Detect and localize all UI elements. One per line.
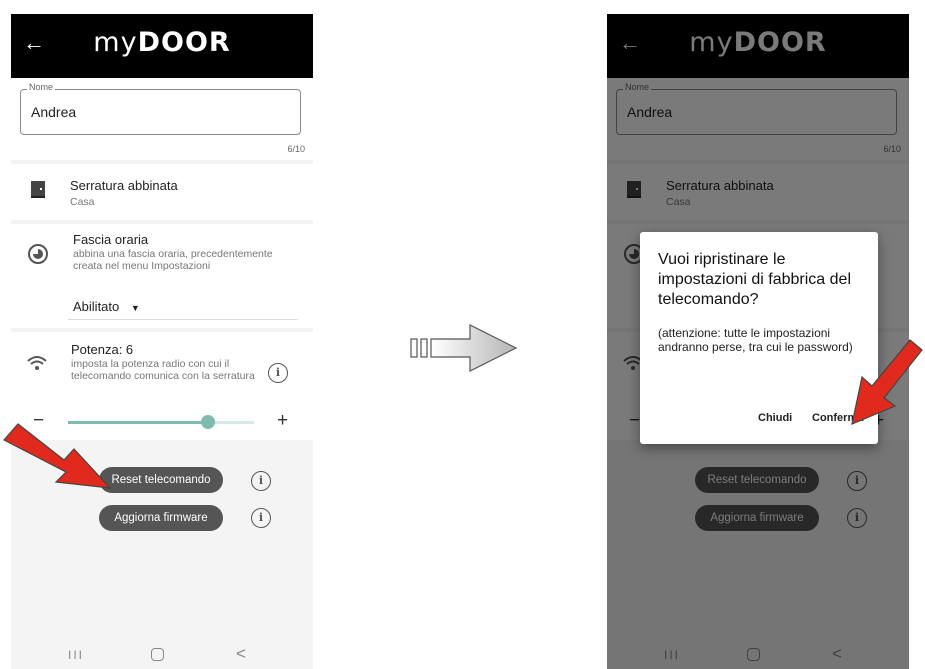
time-slot-card: Fascia oraria abbina una fascia oraria, …: [11, 224, 313, 328]
lock-subtitle: Casa: [70, 196, 95, 208]
paired-lock-card[interactable]: Serratura abbinata Casa: [11, 164, 313, 220]
info-icon[interactable]: i: [268, 363, 288, 383]
time-slot-select[interactable]: Abilitato ▼: [73, 299, 140, 314]
increase-button[interactable]: +: [277, 410, 288, 432]
close-button[interactable]: Chiudi: [758, 412, 792, 424]
door-icon: [31, 181, 45, 198]
nav-back-button[interactable]: <: [236, 644, 246, 664]
lock-title: Serratura abbinata: [70, 178, 178, 193]
reset-remote-button[interactable]: Reset telecomando: [99, 467, 223, 493]
app-logo: myDOOR: [93, 27, 231, 58]
info-icon[interactable]: i: [251, 508, 271, 528]
select-underline: [68, 319, 298, 320]
update-firmware-button[interactable]: Aggiorna firmware: [99, 505, 223, 531]
name-value: Andrea: [31, 104, 77, 120]
name-label: Nome: [27, 82, 56, 92]
info-icon[interactable]: i: [251, 471, 271, 491]
slider-thumb[interactable]: [200, 415, 215, 429]
transition-arrow-icon: [410, 324, 518, 372]
system-nav-bar: III <: [11, 639, 313, 669]
clock-icon: [28, 244, 48, 264]
callout-arrow-icon: [851, 339, 923, 425]
power-description: imposta la potenza radio con cui il tele…: [71, 358, 255, 382]
name-field[interactable]: Andrea: [20, 89, 301, 135]
time-slot-description: abbina una fascia oraria, precedentement…: [73, 248, 273, 272]
app-bar: ← myDOOR: [11, 14, 313, 78]
name-card: Andrea Nome 6/10: [11, 78, 313, 160]
phone-screen-before: ← myDOOR Andrea Nome 6/10 Serratura abbi…: [11, 14, 313, 669]
char-counter: 6/10: [287, 144, 305, 154]
recents-button[interactable]: III: [68, 648, 84, 662]
home-button[interactable]: [151, 648, 164, 661]
power-title: Potenza: 6: [71, 342, 134, 357]
dialog-title: Vuoi ripristinare le impostazioni di fab…: [658, 251, 851, 308]
chevron-down-icon: ▼: [130, 303, 140, 313]
wifi-icon: [26, 354, 48, 372]
callout-arrow-icon: [3, 423, 112, 489]
time-slot-title: Fascia oraria: [73, 232, 149, 247]
